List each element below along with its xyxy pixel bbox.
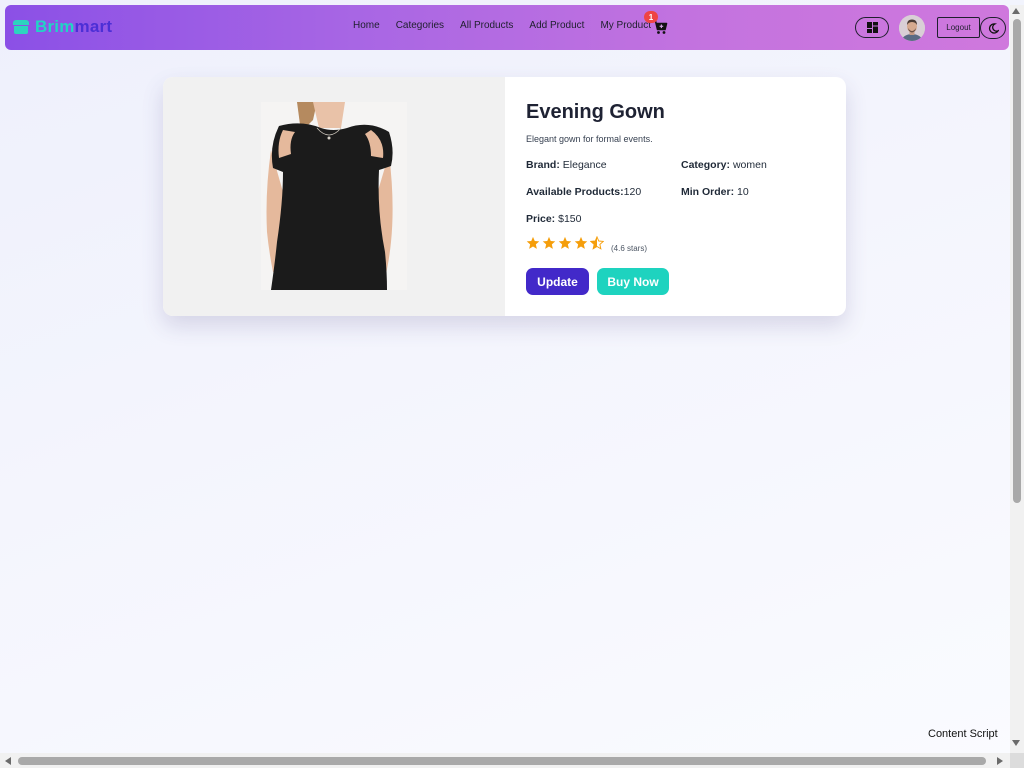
scroll-left-arrow-icon[interactable] [5,757,11,765]
content-script-label: Content Script [928,728,998,740]
avatar-image [899,15,925,41]
scroll-up-arrow-icon[interactable] [1012,8,1020,14]
rating-text: (4.6 stars) [611,244,648,253]
store-icon [13,20,29,34]
category-value: women [732,159,767,171]
moon-icon [988,22,999,34]
available-label: Available Products: [526,186,624,198]
product-description: Elegant gown for formal events. [526,134,653,144]
buy-now-button[interactable]: Buy Now [597,268,669,295]
brand-field: Brand: Elegance [526,159,607,171]
brand-name: Brimmart [35,17,112,37]
nav-link-my-product[interactable]: My Product [600,20,651,31]
brand-logo[interactable]: Brimmart [13,17,112,37]
product-title: Evening Gown [526,101,665,123]
star-half-icon [590,236,604,250]
star-icon [542,236,556,249]
brand-name-part1: Brim [35,17,75,36]
price-value: $150 [558,213,582,225]
scroll-down-arrow-icon[interactable] [1012,740,1020,746]
product-detail-card: Evening Gown Elegant gown for formal eve… [163,77,846,316]
vertical-scrollbar-thumb[interactable] [1013,19,1021,503]
available-field: Available Products:120 [526,186,641,198]
nav-link-all-products[interactable]: All Products [460,20,513,31]
update-button[interactable]: Update [526,268,589,295]
nav-link-home[interactable]: Home [353,20,380,31]
product-image-pane [163,77,505,316]
dashboard-button[interactable] [855,17,889,38]
price-field: Price: $150 [526,213,581,225]
star-icon [526,236,540,249]
min-order-value: 10 [737,186,749,198]
cart-count-badge: 1 [644,11,658,23]
star-icon [574,236,588,249]
horizontal-scrollbar-thumb[interactable] [18,757,986,765]
rating-stars [526,236,604,250]
theme-toggle-button[interactable] [980,17,1006,39]
scroll-right-arrow-icon[interactable] [997,757,1003,765]
star-icon [558,236,572,249]
logout-button[interactable]: Logout [937,17,980,38]
product-image [261,102,407,290]
user-avatar[interactable] [899,15,925,41]
brand-label: Brand: [526,159,560,171]
category-label: Category: [681,159,731,171]
min-order-label: Min Order: [681,186,735,198]
navbar: Brimmart Home Categories All Products Ad… [5,5,1009,50]
dashboard-icon [866,22,878,33]
price-label: Price: [526,213,556,225]
nav-link-add-product[interactable]: Add Product [529,20,584,31]
nav-links: Home Categories All Products Add Product… [353,20,651,31]
brand-name-part2: mart [74,17,113,36]
brand-value: Elegance [562,159,607,171]
category-field: Category: women [681,159,767,171]
nav-link-categories[interactable]: Categories [396,20,444,31]
scrollbar-corner [1010,753,1024,768]
min-order-field: Min Order: 10 [681,186,749,198]
available-value: 120 [623,186,642,198]
